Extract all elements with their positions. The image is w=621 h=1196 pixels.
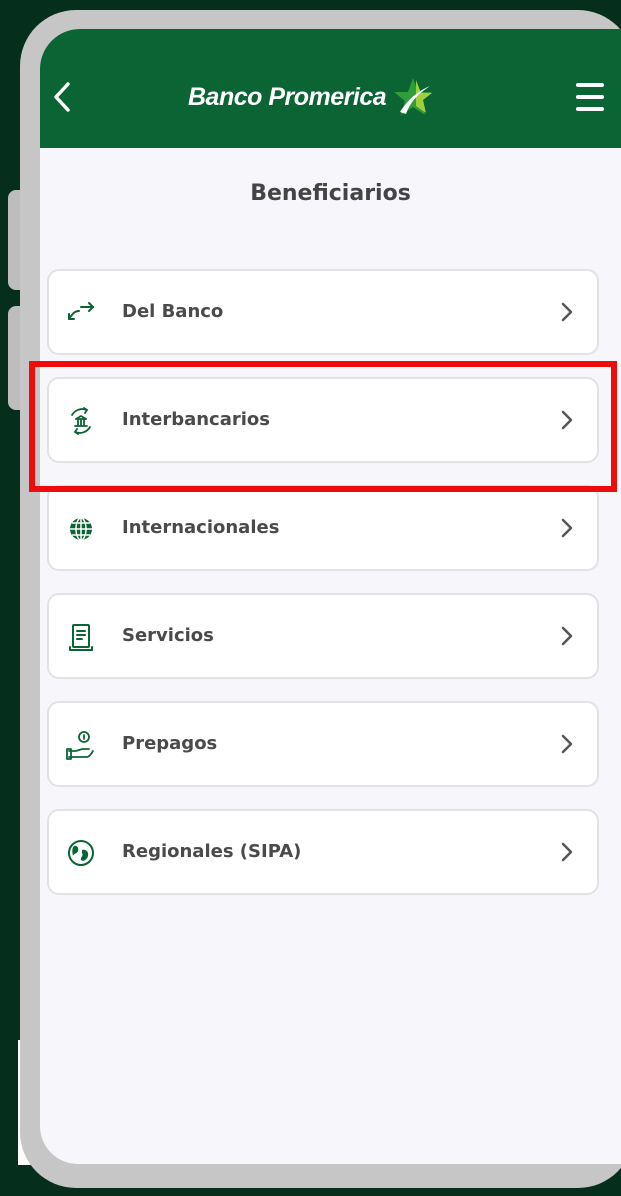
- menu-item-label: Del Banco: [122, 301, 224, 322]
- chevron-right-icon: [561, 626, 573, 646]
- receipt-icon: [69, 624, 93, 651]
- menu-item-prepagos[interactable]: Prepagos: [47, 701, 599, 787]
- brand-name: Banco Promerica: [188, 82, 387, 111]
- menu-item-label: Regionales (SIPA): [122, 841, 302, 862]
- menu-bar: [576, 107, 604, 111]
- transfer-arrows-icon: [68, 302, 94, 320]
- menu-item-label: Servicios: [122, 625, 214, 646]
- page-title: Beneficiarios: [250, 181, 411, 206]
- hand-coin-icon: [66, 731, 94, 760]
- bank-exchange-icon: [71, 407, 91, 435]
- chevron-right-icon: [561, 518, 573, 538]
- back-button[interactable]: [48, 77, 76, 117]
- menu-item-label: Interbancarios: [122, 409, 270, 430]
- app-header: Banco Promerica: [40, 29, 621, 148]
- menu-bar: [576, 83, 604, 87]
- menu-item-servicios[interactable]: Servicios: [47, 593, 599, 679]
- menu-bar: [576, 95, 604, 99]
- menu-item-label: Internacionales: [122, 517, 280, 538]
- menu-item-del-banco[interactable]: Del Banco: [47, 269, 599, 355]
- chevron-right-icon: [561, 410, 573, 430]
- chevron-right-icon: [561, 842, 573, 862]
- menu-item-interbancarios[interactable]: Interbancarios: [47, 377, 599, 463]
- globe-icon: [70, 517, 92, 541]
- chevron-right-icon: [561, 302, 573, 322]
- chevron-left-icon: [54, 82, 70, 112]
- app-screen: Banco Promerica Beneficiarios Del Banco: [40, 29, 621, 1164]
- menu-item-regionales-sipa[interactable]: Regionales (SIPA): [47, 809, 599, 895]
- chevron-right-icon: [561, 734, 573, 754]
- earth-icon: [68, 840, 94, 866]
- hamburger-menu-icon[interactable]: [574, 79, 606, 115]
- brand-logo: Banco Promerica: [188, 73, 434, 121]
- menu-item-internacionales[interactable]: Internacionales: [47, 485, 599, 571]
- star-logo-icon: [394, 78, 433, 115]
- menu-item-label: Prepagos: [122, 733, 218, 754]
